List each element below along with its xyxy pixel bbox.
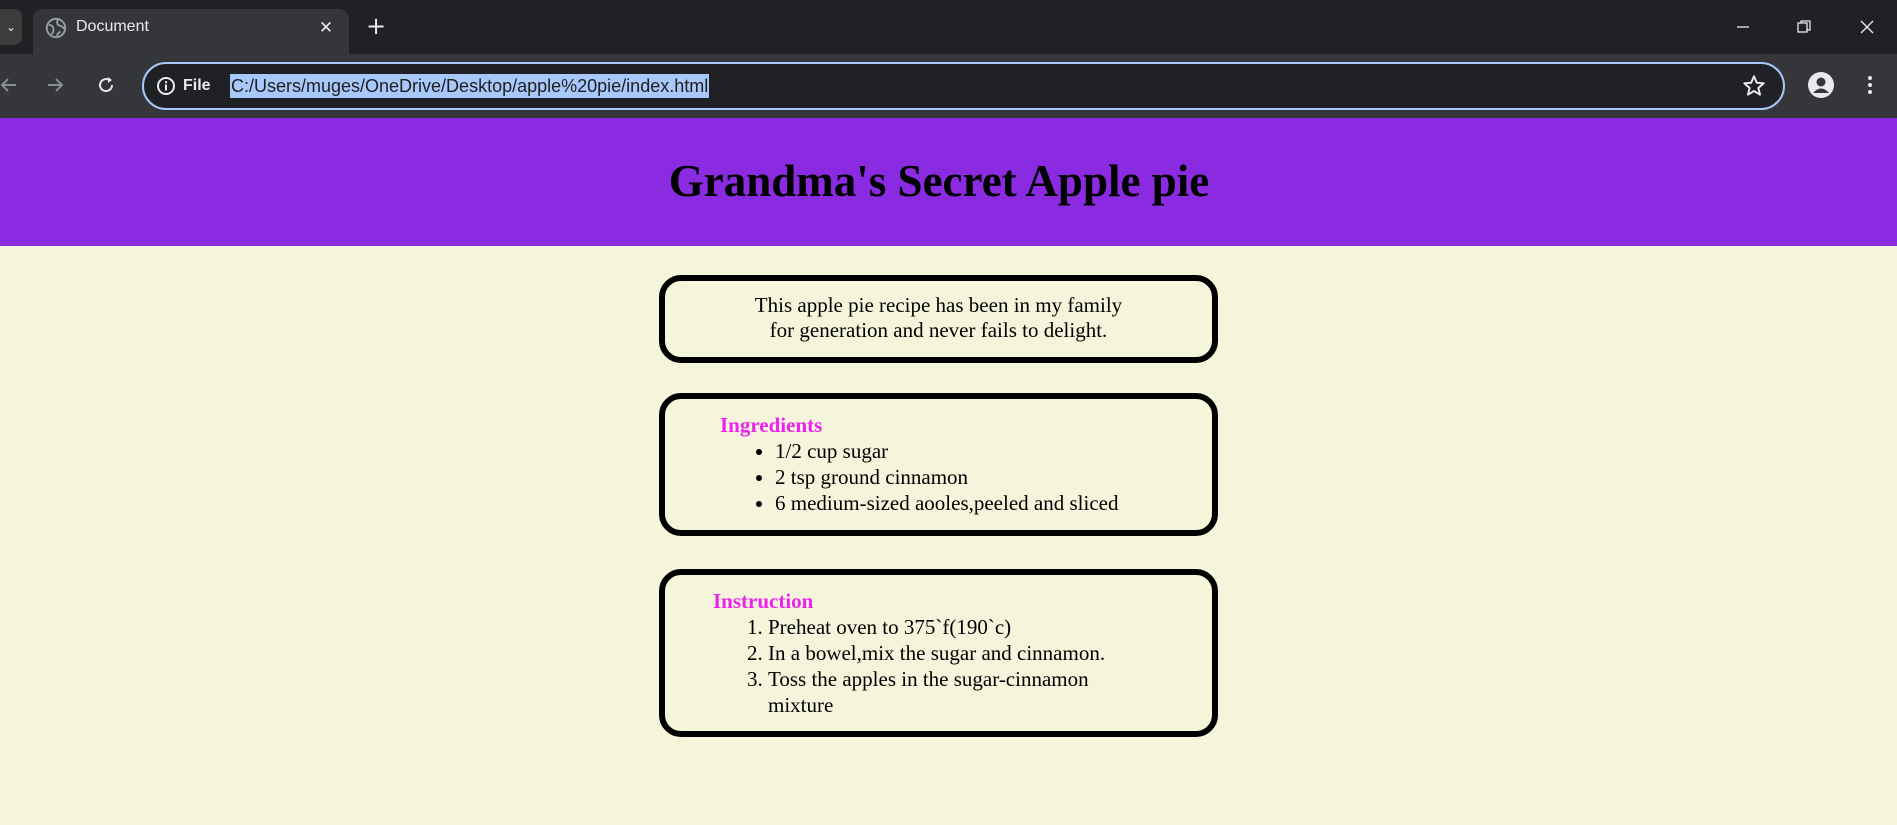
site-info-label: File — [183, 77, 211, 94]
intro-line-1: This apple pie recipe has been in my fam… — [754, 293, 1123, 317]
instructions-heading: Instruction — [713, 589, 814, 613]
browser-tab-bar: ⌄ Document ✕ + — [0, 0, 1897, 54]
list-item: 2 tsp ground cinnamon — [775, 464, 1118, 490]
ingredients-heading: Ingredients — [720, 413, 823, 437]
instructions-list: Preheat oven to 375`f(190`c) In a bowel,… — [768, 614, 1148, 718]
list-item: Toss the apples in the sugar-cinnamon mi… — [768, 666, 1148, 718]
new-tab-icon[interactable]: + — [363, 14, 389, 40]
browser-toolbar: File C:/Users/muges/OneDrive/Desktop/app… — [0, 54, 1897, 118]
list-item: 1/2 cup sugar — [775, 438, 1118, 464]
url-text[interactable]: C:/Users/muges/OneDrive/Desktop/apple%20… — [230, 74, 710, 98]
instructions-box: Instruction Preheat oven to 375`f(190`c)… — [659, 569, 1218, 737]
page-header: Grandma's Secret Apple pie — [0, 118, 1897, 246]
page-title: Grandma's Secret Apple pie — [668, 156, 1210, 206]
forward-icon[interactable] — [40, 70, 70, 100]
web-page: Grandma's Secret Apple pie This apple pi… — [0, 118, 1897, 825]
ingredients-list: 1/2 cup sugar 2 tsp ground cinnamon 6 me… — [775, 438, 1118, 516]
intro-box: This apple pie recipe has been in my fam… — [659, 275, 1218, 363]
list-item: Preheat oven to 375`f(190`c) — [768, 614, 1148, 640]
minimize-icon[interactable] — [1728, 12, 1758, 42]
site-info-button[interactable]: File — [156, 75, 211, 97]
address-bar[interactable]: File C:/Users/muges/OneDrive/Desktop/app… — [142, 62, 1785, 110]
profile-avatar-icon[interactable] — [1806, 70, 1836, 100]
intro-text: This apple pie recipe has been in my fam… — [665, 293, 1212, 343]
list-item: 6 medium-sized aooles,peeled and sliced — [775, 490, 1118, 516]
more-menu-icon[interactable] — [1858, 70, 1882, 100]
bookmark-star-icon[interactable] — [1741, 73, 1767, 99]
globe-icon — [45, 17, 67, 39]
list-item: In a bowel,mix the sugar and cinnamon. — [768, 640, 1148, 666]
reload-icon[interactable] — [91, 70, 121, 100]
ingredients-box: Ingredients 1/2 cup sugar 2 tsp ground c… — [659, 393, 1218, 536]
info-icon — [157, 77, 175, 95]
browser-tab[interactable]: Document ✕ — [33, 9, 349, 54]
tab-title: Document — [76, 18, 149, 35]
restore-icon[interactable] — [1789, 12, 1819, 42]
tab-search-chevron-icon[interactable]: ⌄ — [0, 9, 22, 45]
close-tab-icon[interactable]: ✕ — [315, 17, 337, 39]
back-icon[interactable] — [0, 70, 24, 100]
close-window-icon[interactable] — [1852, 12, 1882, 42]
intro-line-2: for generation and never fails to deligh… — [769, 318, 1108, 342]
